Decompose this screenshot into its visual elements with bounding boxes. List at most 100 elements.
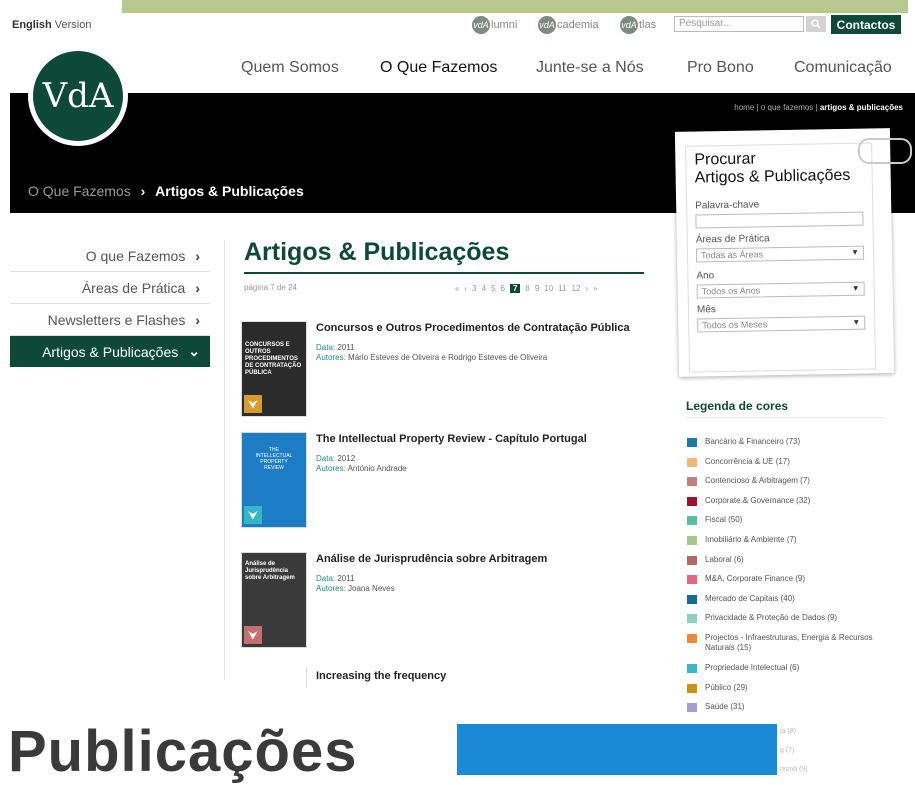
sidebar-item-newsletters[interactable]: Newsletters e Flashes ›	[10, 304, 210, 336]
pager-next[interactable]: ›	[585, 284, 588, 293]
academia-link[interactable]: vdA cademia	[538, 15, 599, 35]
legend-item[interactable]: Público (29)	[687, 683, 887, 693]
faded-legend-item: g (7)	[780, 747, 795, 754]
search-panel-inner: Procurar Artigos & Publicações Palavra-ch…	[685, 142, 877, 373]
pager-page[interactable]: 9	[535, 284, 539, 293]
blue-overlay-box	[457, 724, 777, 775]
year-select[interactable]: Todos os Anos ▼	[696, 281, 865, 299]
faded-legend-item: rismo (9)	[780, 766, 808, 773]
legend-item[interactable]: Contencioso & Arbitragem (7)	[687, 476, 887, 487]
pager-page[interactable]: 12	[572, 284, 581, 293]
contactos-button[interactable]: Contactos	[831, 15, 901, 34]
legend-item[interactable]: Projectos - Infraestruturas, Energia & R…	[687, 633, 887, 653]
legend-item[interactable]: Propriedade Intelectual (6)	[687, 663, 887, 673]
legend-label: Privacidade & Proteção de Dados (9)	[705, 613, 838, 623]
publication-date: Data: 2011	[316, 343, 355, 352]
areas-select[interactable]: Todas as Áreas ▼	[695, 245, 865, 263]
chevron-right-icon: ›	[195, 247, 200, 264]
legend-item[interactable]: Imobiliário & Ambiente (7)	[687, 535, 887, 545]
pager-prev[interactable]: ‹	[464, 284, 467, 293]
sidebar-item-artigos[interactable]: Artigos & Publicações ⌄	[10, 336, 210, 367]
publication-cover[interactable]: THE INTELLECTUAL PROPERTY REVIEW ⮟	[242, 433, 306, 527]
publication-item: THE INTELLECTUAL PROPERTY REVIEW ⮟ The I…	[242, 433, 642, 533]
legend-swatch	[687, 457, 697, 467]
legend-swatch	[687, 477, 697, 487]
publication-date: Data: 2011	[316, 574, 355, 583]
nav-quem-somos[interactable]: Quem Somos	[241, 59, 339, 77]
nav-comunicacao[interactable]: Comunicação	[794, 59, 892, 77]
search-icon	[811, 19, 821, 29]
legend-label: Imobiliário & Ambiente (7)	[705, 535, 797, 544]
nav-o-que-fazemos[interactable]: O Que Fazemos	[380, 59, 497, 77]
pager-page[interactable]: 5	[491, 284, 495, 293]
search-panel-title: Procurar Artigos & Publicações	[694, 150, 851, 187]
paperclip-icon	[858, 138, 912, 164]
pager-first[interactable]: «	[455, 284, 459, 293]
legend-label: Contencioso & Arbitragem (7)	[705, 476, 810, 486]
legend-item[interactable]: Fiscal (50)	[687, 515, 887, 526]
legend-item[interactable]: Bancário & Financeiro (73)	[687, 437, 887, 447]
month-select[interactable]: Todos os Meses ▼	[697, 315, 866, 333]
pager-page[interactable]: 4	[482, 284, 486, 293]
pager-current: 7	[509, 284, 521, 293]
legend-item[interactable]: M&A, Corporate Finance (9)	[687, 574, 887, 585]
sidebar-item-areas-pratica[interactable]: Áreas de Prática ›	[10, 272, 210, 304]
sidebar: O que Fazemos › Áreas de Prática › Newslet…	[10, 240, 210, 367]
top-accent-band	[122, 0, 908, 13]
vda-logo[interactable]: VdA	[28, 46, 128, 146]
sidebar-item-o-que-fazemos[interactable]: O que Fazemos ›	[10, 240, 210, 272]
pager-page[interactable]: 6	[500, 284, 504, 293]
publication-title[interactable]: Concursos e Outros Procedimentos de Cont…	[316, 322, 630, 334]
vda-atlas-icon: vdA	[620, 16, 638, 34]
publication-title[interactable]: Increasing the frequency	[316, 670, 446, 682]
vda-academia-icon: vdA	[538, 16, 556, 34]
breadcrumb-home[interactable]: home	[734, 103, 754, 112]
publication-item: CONCURSOS E OUTROS PROCEDIMENTOS DE CONT…	[242, 322, 642, 422]
pager-page[interactable]: 10	[544, 284, 553, 293]
legend-label: Propriedade Intelectual (6)	[705, 663, 800, 672]
legend-swatch	[687, 575, 697, 585]
publication-title[interactable]: The Intellectual Property Review - Capít…	[316, 433, 587, 445]
pdf-icon[interactable]: ⮟	[244, 626, 262, 644]
legend-item[interactable]: Saúde (31)	[687, 702, 887, 713]
pager-last[interactable]: »	[593, 284, 597, 293]
nav-pro-bono[interactable]: Pro Bono	[687, 59, 754, 77]
publication-cover[interactable]: Análise de Jurisprudência sobre Arbitrag…	[242, 553, 306, 647]
chevron-right-icon: ›	[195, 279, 200, 296]
legend-item[interactable]: Privacidade & Proteção de Dados (9)	[687, 613, 887, 624]
pager-page[interactable]: 3	[472, 284, 476, 293]
areas-label: Áreas de Prática	[695, 233, 770, 246]
legend-item[interactable]: Laboral (6)	[687, 555, 887, 565]
legend-item[interactable]: Mercado de Capitais (40)	[687, 594, 887, 604]
publication-item: Increasing the frequency	[242, 667, 642, 687]
keyword-input[interactable]	[695, 211, 864, 229]
pdf-icon[interactable]: ⮟	[244, 506, 262, 524]
nav-junte-se[interactable]: Junte-se a Nós	[536, 59, 644, 77]
year-label: Ano	[696, 270, 715, 282]
legend-label: Mercado de Capitais (40)	[705, 593, 795, 603]
pager-page[interactable]: 8	[525, 284, 529, 293]
legend-label: Concorrência & UE (17)	[705, 456, 790, 466]
publication-cover[interactable]	[242, 667, 306, 687]
search-button[interactable]	[806, 16, 826, 32]
banner-parent-link[interactable]: O Que Fazemos	[28, 183, 131, 199]
banner-title: O Que Fazemos › Artigos & Publicações	[28, 183, 304, 199]
publication-title[interactable]: Análise de Jurisprudência sobre Arbitrag…	[316, 553, 547, 565]
english-version-link[interactable]: English Version	[12, 19, 91, 31]
pagination: « ‹ 3 4 5 6 7 8 9 10 11 12 › »	[455, 284, 598, 293]
legend-item[interactable]: Corporate & Governance (32)	[687, 496, 887, 506]
pdf-icon[interactable]: ⮟	[244, 395, 262, 413]
legend-swatch	[687, 634, 697, 643]
atlas-link[interactable]: vdA tlas	[620, 15, 656, 35]
alumni-link[interactable]: vdA lumni	[472, 15, 517, 35]
dropdown-arrow-icon: ▼	[851, 283, 860, 293]
page-title: Artigos & Publicações	[244, 238, 510, 266]
site-header: English Version vdA lumni vdA cademia vdA t…	[0, 13, 915, 93]
pager-page[interactable]: 11	[558, 284, 566, 293]
publication-cover[interactable]: CONCURSOS E OUTROS PROCEDIMENTOS DE CONT…	[242, 322, 306, 416]
breadcrumb-o-que-fazemos[interactable]: o que fazemos	[761, 103, 813, 112]
legend-label: Público (29)	[705, 682, 748, 692]
legend-item[interactable]: Concorrência & UE (17)	[687, 457, 887, 467]
search-input[interactable]: Pesquisar...	[674, 16, 804, 32]
publication-authors: Autores: Mário Esteves de Oliveira e Rod…	[316, 353, 548, 362]
